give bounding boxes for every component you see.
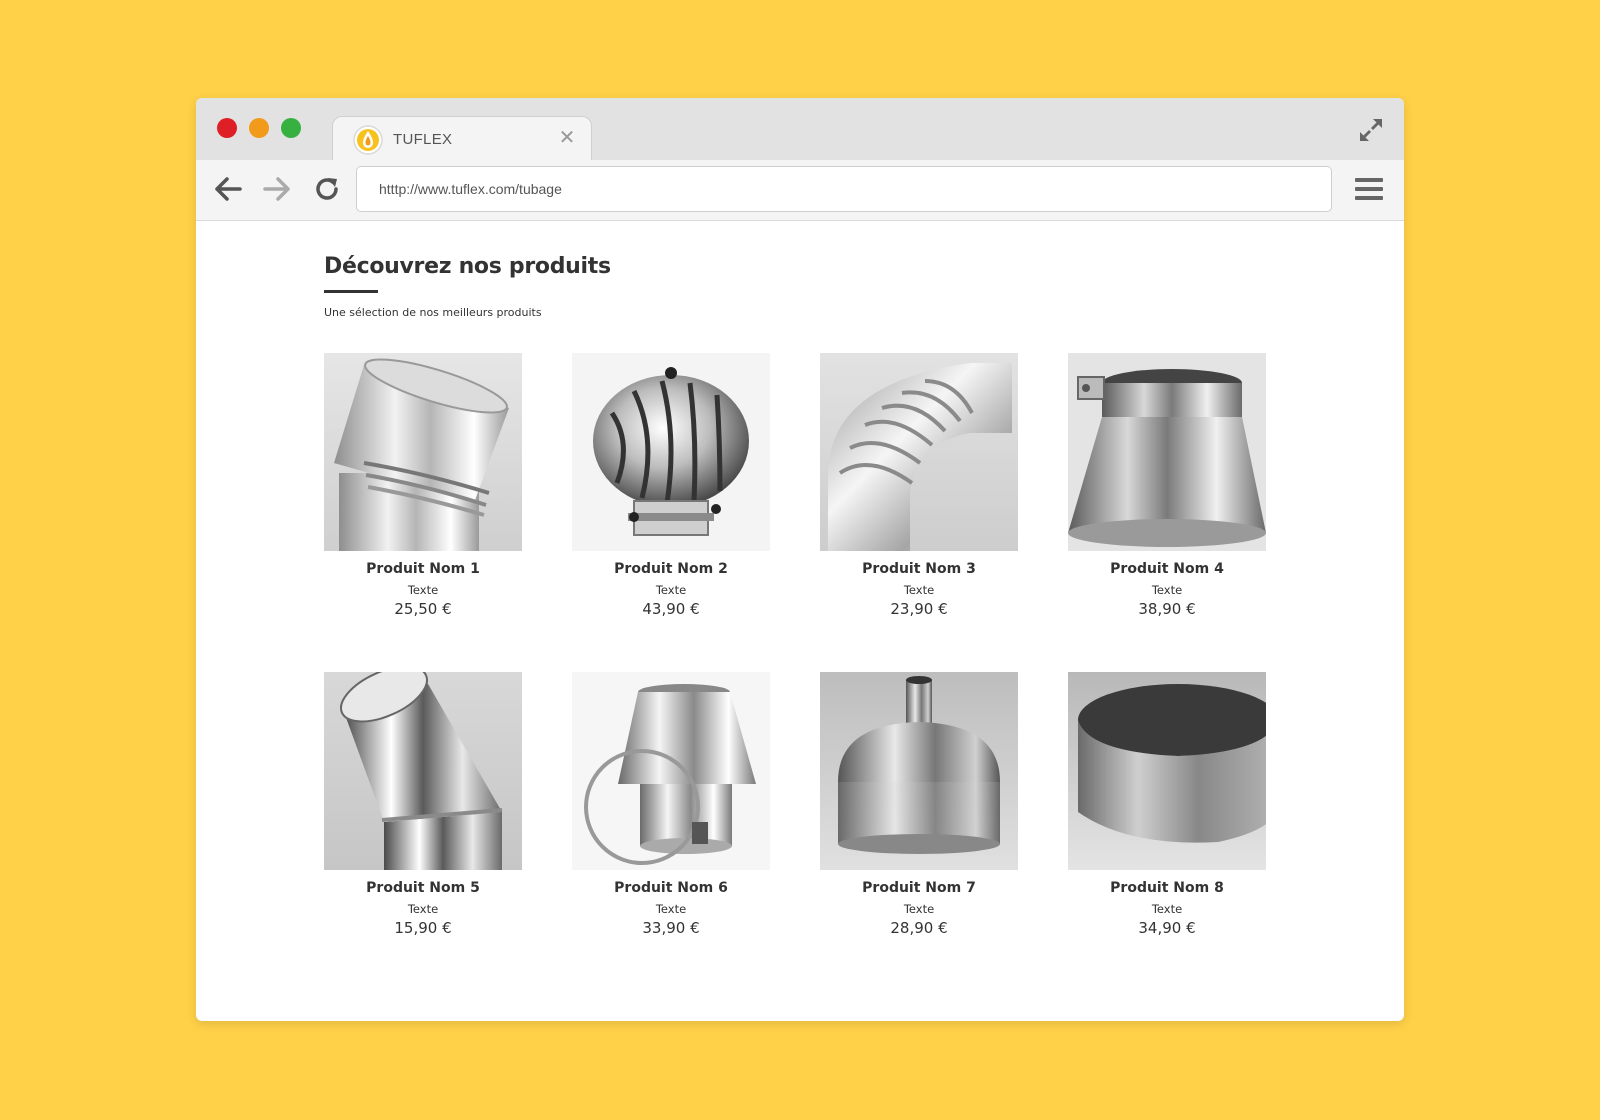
product-image-angled-pipe-elbow [324, 353, 522, 551]
product-image-flat-end-cap [1068, 672, 1266, 870]
window-minimize-button[interactable] [249, 118, 269, 138]
product-price: 38,90 € [1138, 600, 1196, 618]
page-content: Découvrez nos produits Une sélection de … [196, 220, 1404, 1021]
product-price: 28,90 € [890, 919, 948, 937]
product-image-cone-adapter-with-clamp [572, 672, 770, 870]
product-price: 15,90 € [394, 919, 452, 937]
url-input[interactable] [356, 166, 1332, 212]
product-name: Produit Nom 2 [614, 561, 728, 577]
browser-window: TUFLEX ✕ Découvrez nos produits Une séle… [196, 98, 1404, 1021]
browser-toolbar [196, 160, 1404, 221]
arrow-right-icon[interactable] [262, 174, 292, 204]
product-card[interactable]: Produit Nom 5 Texte 15,90 € [324, 672, 522, 937]
product-text: Texte [1151, 583, 1183, 597]
product-card[interactable]: Produit Nom 6 Texte 33,90 € [572, 672, 770, 937]
product-image-conical-rain-collar [1068, 353, 1266, 551]
product-text: Texte [903, 583, 935, 597]
product-text: Texte [655, 902, 687, 916]
title-underline [324, 290, 378, 293]
close-icon[interactable]: ✕ [557, 127, 577, 149]
expand-icon[interactable] [1356, 115, 1386, 145]
product-text: Texte [1151, 902, 1183, 916]
product-name: Produit Nom 6 [614, 880, 728, 896]
arrow-left-icon[interactable] [213, 174, 243, 204]
hamburger-menu-icon[interactable] [1354, 176, 1384, 202]
product-card[interactable]: Produit Nom 7 Texte 28,90 € [820, 672, 1018, 937]
product-price: 34,90 € [1138, 919, 1196, 937]
product-name: Produit Nom 8 [1110, 880, 1224, 896]
product-name: Produit Nom 4 [1110, 561, 1224, 577]
product-name: Produit Nom 7 [862, 880, 976, 896]
product-text: Texte [655, 583, 687, 597]
product-price: 43,90 € [642, 600, 700, 618]
product-price: 25,50 € [394, 600, 452, 618]
product-card[interactable]: Produit Nom 4 Texte 38,90 € [1068, 353, 1266, 618]
product-price: 23,90 € [890, 600, 948, 618]
product-card[interactable]: Produit Nom 8 Texte 34,90 € [1068, 672, 1266, 937]
reload-icon[interactable] [312, 174, 342, 204]
tab-title: TUFLEX [393, 131, 453, 148]
browser-titlebar: TUFLEX ✕ [196, 98, 1404, 162]
product-name: Produit Nom 1 [366, 561, 480, 577]
product-card[interactable]: Produit Nom 3 Texte 23,90 € [820, 353, 1018, 618]
page-subtitle: Une sélection de nos meilleurs produits [324, 306, 542, 319]
product-image-rotating-chimney-cowl [572, 353, 770, 551]
product-card[interactable]: Produit Nom 1 Texte 25,50 € [324, 353, 522, 618]
product-text: Texte [407, 583, 439, 597]
tuflex-logo-icon [353, 125, 383, 155]
product-image-dome-cap-with-outlet [820, 672, 1018, 870]
product-price: 33,90 € [642, 919, 700, 937]
product-name: Produit Nom 3 [862, 561, 976, 577]
product-card[interactable]: Produit Nom 2 Texte 43,90 € [572, 353, 770, 618]
page-title: Découvrez nos produits [324, 254, 611, 279]
product-text: Texte [407, 902, 439, 916]
window-maximize-button[interactable] [281, 118, 301, 138]
browser-tab-tuflex[interactable]: TUFLEX ✕ [332, 116, 592, 162]
product-image-polished-pipe-bend [324, 672, 522, 870]
window-close-button[interactable] [217, 118, 237, 138]
product-image-segmented-elbow-pipe [820, 353, 1018, 551]
product-name: Produit Nom 5 [366, 880, 480, 896]
product-text: Texte [903, 902, 935, 916]
